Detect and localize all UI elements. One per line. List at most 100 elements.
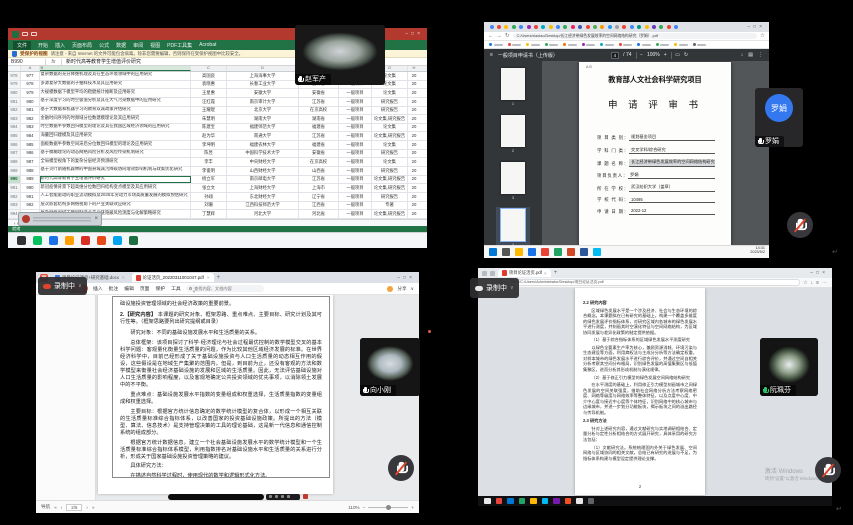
downloads-icon[interactable]: ↓ <box>811 280 814 286</box>
forward-icon[interactable]: → <box>497 33 503 39</box>
browser-tab-favicon[interactable] <box>490 25 494 29</box>
floating-share-toolbar[interactable]: × <box>18 212 102 226</box>
page-number-input[interactable]: 4 <box>611 52 620 59</box>
browser-tab-favicon[interactable] <box>549 25 553 29</box>
taskbar-icon[interactable] <box>567 248 575 256</box>
bookmark-item[interactable] <box>693 43 707 46</box>
taskbar-icon[interactable] <box>129 236 138 245</box>
table-row[interactable]: 993992层次嵌套结构多网络视角下的产业关联效应研究刘珊江西科技师范大学江西省… <box>8 202 427 211</box>
table-row[interactable]: 991990新冠疫情背景下超高维分位数回归结构变点模型及其应用研究张立文上海财经… <box>8 184 427 193</box>
browser-tab-favicon[interactable] <box>667 25 671 29</box>
taskbar-icon[interactable] <box>496 498 503 505</box>
taskbar-icon[interactable] <box>593 248 601 256</box>
ribbon-tab[interactable]: 页面布局 <box>72 42 92 49</box>
taskbar-icon[interactable] <box>541 248 549 256</box>
taskbar-icon[interactable] <box>515 248 523 256</box>
zoom-out-icon[interactable]: − <box>363 505 366 510</box>
column-header[interactable]: D <box>227 66 299 71</box>
column-header[interactable]: H <box>408 66 420 71</box>
taskbar-icon[interactable] <box>554 248 562 256</box>
formula-input[interactable]: 新时代高等教育学生增值评价研究 <box>62 58 141 65</box>
more-icon[interactable]: ⋯ <box>822 280 827 286</box>
bookmark-item[interactable] <box>508 43 522 46</box>
bookmark-item[interactable] <box>582 43 596 46</box>
taskbar-icon[interactable] <box>81 236 90 245</box>
muted-mic-button[interactable] <box>815 457 841 483</box>
page-thumbnail[interactable]: 2 <box>496 113 530 155</box>
chevron-down-icon[interactable]: ∨ <box>78 283 82 289</box>
table-row[interactable]: 981980基于深度学习的时空极值分析及其在大气污染数据中的应用研究汪红霞南京审… <box>8 98 427 107</box>
column-header[interactable]: B <box>40 66 191 71</box>
new-tab-icon[interactable]: + <box>554 270 558 276</box>
bookmark-item[interactable] <box>526 43 540 46</box>
taskbar-icon[interactable] <box>519 498 526 505</box>
table-row[interactable]: 986985面板数据半参数空间滞后分位数回归模型的理论及应用研究李坤明福建农林大… <box>8 141 427 150</box>
table-row[interactable]: 984983时空数据半参数回归模型的理论及其在我国区域经济领域的应用研究陈建宝福… <box>8 124 427 133</box>
bookmark-item[interactable] <box>637 43 651 46</box>
taskbar-icon[interactable] <box>530 498 537 505</box>
menu-item[interactable]: 插入 <box>93 285 103 292</box>
taskbar-icon[interactable] <box>588 498 595 505</box>
muted-mic-button[interactable] <box>787 212 813 238</box>
browser-tab-favicon[interactable] <box>578 25 582 29</box>
undo-icon[interactable] <box>31 32 37 36</box>
share-button[interactable]: 分享 <box>397 286 406 292</box>
bookmark-item[interactable] <box>619 43 633 46</box>
table-row[interactable]: 985984海量回归建模及其应用研究赵为华南通大学江苏省一般项目论文集,研究报告… <box>8 132 427 141</box>
taskbar-icon[interactable] <box>528 248 536 256</box>
new-tab-icon[interactable]: + <box>217 275 221 281</box>
taskbar-icon[interactable] <box>553 498 560 505</box>
bookmark-item[interactable] <box>545 43 559 46</box>
close-tab-icon[interactable]: × <box>207 275 210 280</box>
browser-tab-favicon[interactable] <box>497 25 501 29</box>
floating-toolbar-scrubber[interactable] <box>168 494 264 500</box>
ribbon-tab[interactable]: 数据 <box>116 42 126 49</box>
browser-tab-favicon[interactable] <box>541 25 545 29</box>
taskbar-icon[interactable] <box>33 236 42 245</box>
zoom-in-icon[interactable]: + <box>664 52 667 58</box>
browser-tab-favicon[interactable] <box>527 25 531 29</box>
cell-name-box[interactable]: B990 <box>8 59 46 65</box>
ribbon-tab[interactable]: 视图 <box>150 42 160 49</box>
stop-record-icon[interactable] <box>303 494 308 499</box>
taskbar-icon[interactable] <box>576 498 583 505</box>
browser-tab-favicon[interactable] <box>512 25 516 29</box>
browser-tab-favicon[interactable] <box>556 25 560 29</box>
taskbar-icon[interactable] <box>565 498 572 505</box>
search-box[interactable] <box>186 285 264 292</box>
table-row[interactable]: 992991人工智能驱动的职业流动模拟及2035年劳动力市场高质量发展的模拟预估… <box>8 193 427 202</box>
ribbon-tab[interactable]: Acrobat <box>199 42 216 48</box>
menu-icon[interactable]: ≡ <box>490 52 493 58</box>
system-tray[interactable]: 14:31 2023/5/2 <box>750 246 765 255</box>
browser-tab-favicon[interactable] <box>563 25 567 29</box>
column-header[interactable]: A <box>21 66 40 71</box>
tab-pdf[interactable]: 论证活页_20220311001047.pdf × <box>132 273 214 282</box>
column-header[interactable]: C <box>191 66 227 71</box>
collapse-chevron-icon[interactable]: ∨ <box>411 286 414 292</box>
fit-page-icon[interactable]: ▭ <box>675 52 680 58</box>
menu-item[interactable]: 工具 <box>171 285 181 292</box>
zoom-out-icon[interactable]: − <box>640 52 643 58</box>
search-input[interactable] <box>194 286 254 291</box>
table-row[interactable]: 989988基于贝叶斯随机森林的中国县域减污降碳协同增效影响机制与政策优化研究李… <box>8 167 427 176</box>
table-row[interactable]: 990989新时代高等教育学生增值评价研究杨立军南京邮电大学江苏省一般项目论文集… <box>8 176 427 185</box>
browser-tab-favicon[interactable] <box>519 25 523 29</box>
nav-panel-toggle[interactable]: 导航 <box>41 504 50 510</box>
zoom-in-icon[interactable]: + <box>411 505 414 510</box>
browser-tab-favicon[interactable] <box>608 25 612 29</box>
taskbar-icon[interactable] <box>542 498 549 505</box>
menu-item[interactable]: 批注 <box>109 285 119 292</box>
member-icon[interactable] <box>387 286 393 292</box>
browser-tab-favicon[interactable] <box>586 25 590 29</box>
save-icon[interactable] <box>22 32 28 36</box>
bookmark-item[interactable] <box>489 43 503 46</box>
page-thumbnail[interactable]: 1 <box>496 66 530 108</box>
menu-item[interactable]: 保护 <box>155 285 165 292</box>
close-icon[interactable]: × <box>94 216 98 222</box>
more-icon[interactable]: ⋮ <box>758 52 763 58</box>
taskbar-icon[interactable] <box>502 248 510 256</box>
taskbar-icon[interactable] <box>49 236 58 245</box>
next-page-icon[interactable]: › <box>86 505 88 510</box>
table-row[interactable]: 988987全局模型视角下的复杂分层经济预测研究李丰中央财经大学在京高校一般项目… <box>8 158 427 167</box>
floating-toolbar-icons[interactable] <box>266 494 300 501</box>
